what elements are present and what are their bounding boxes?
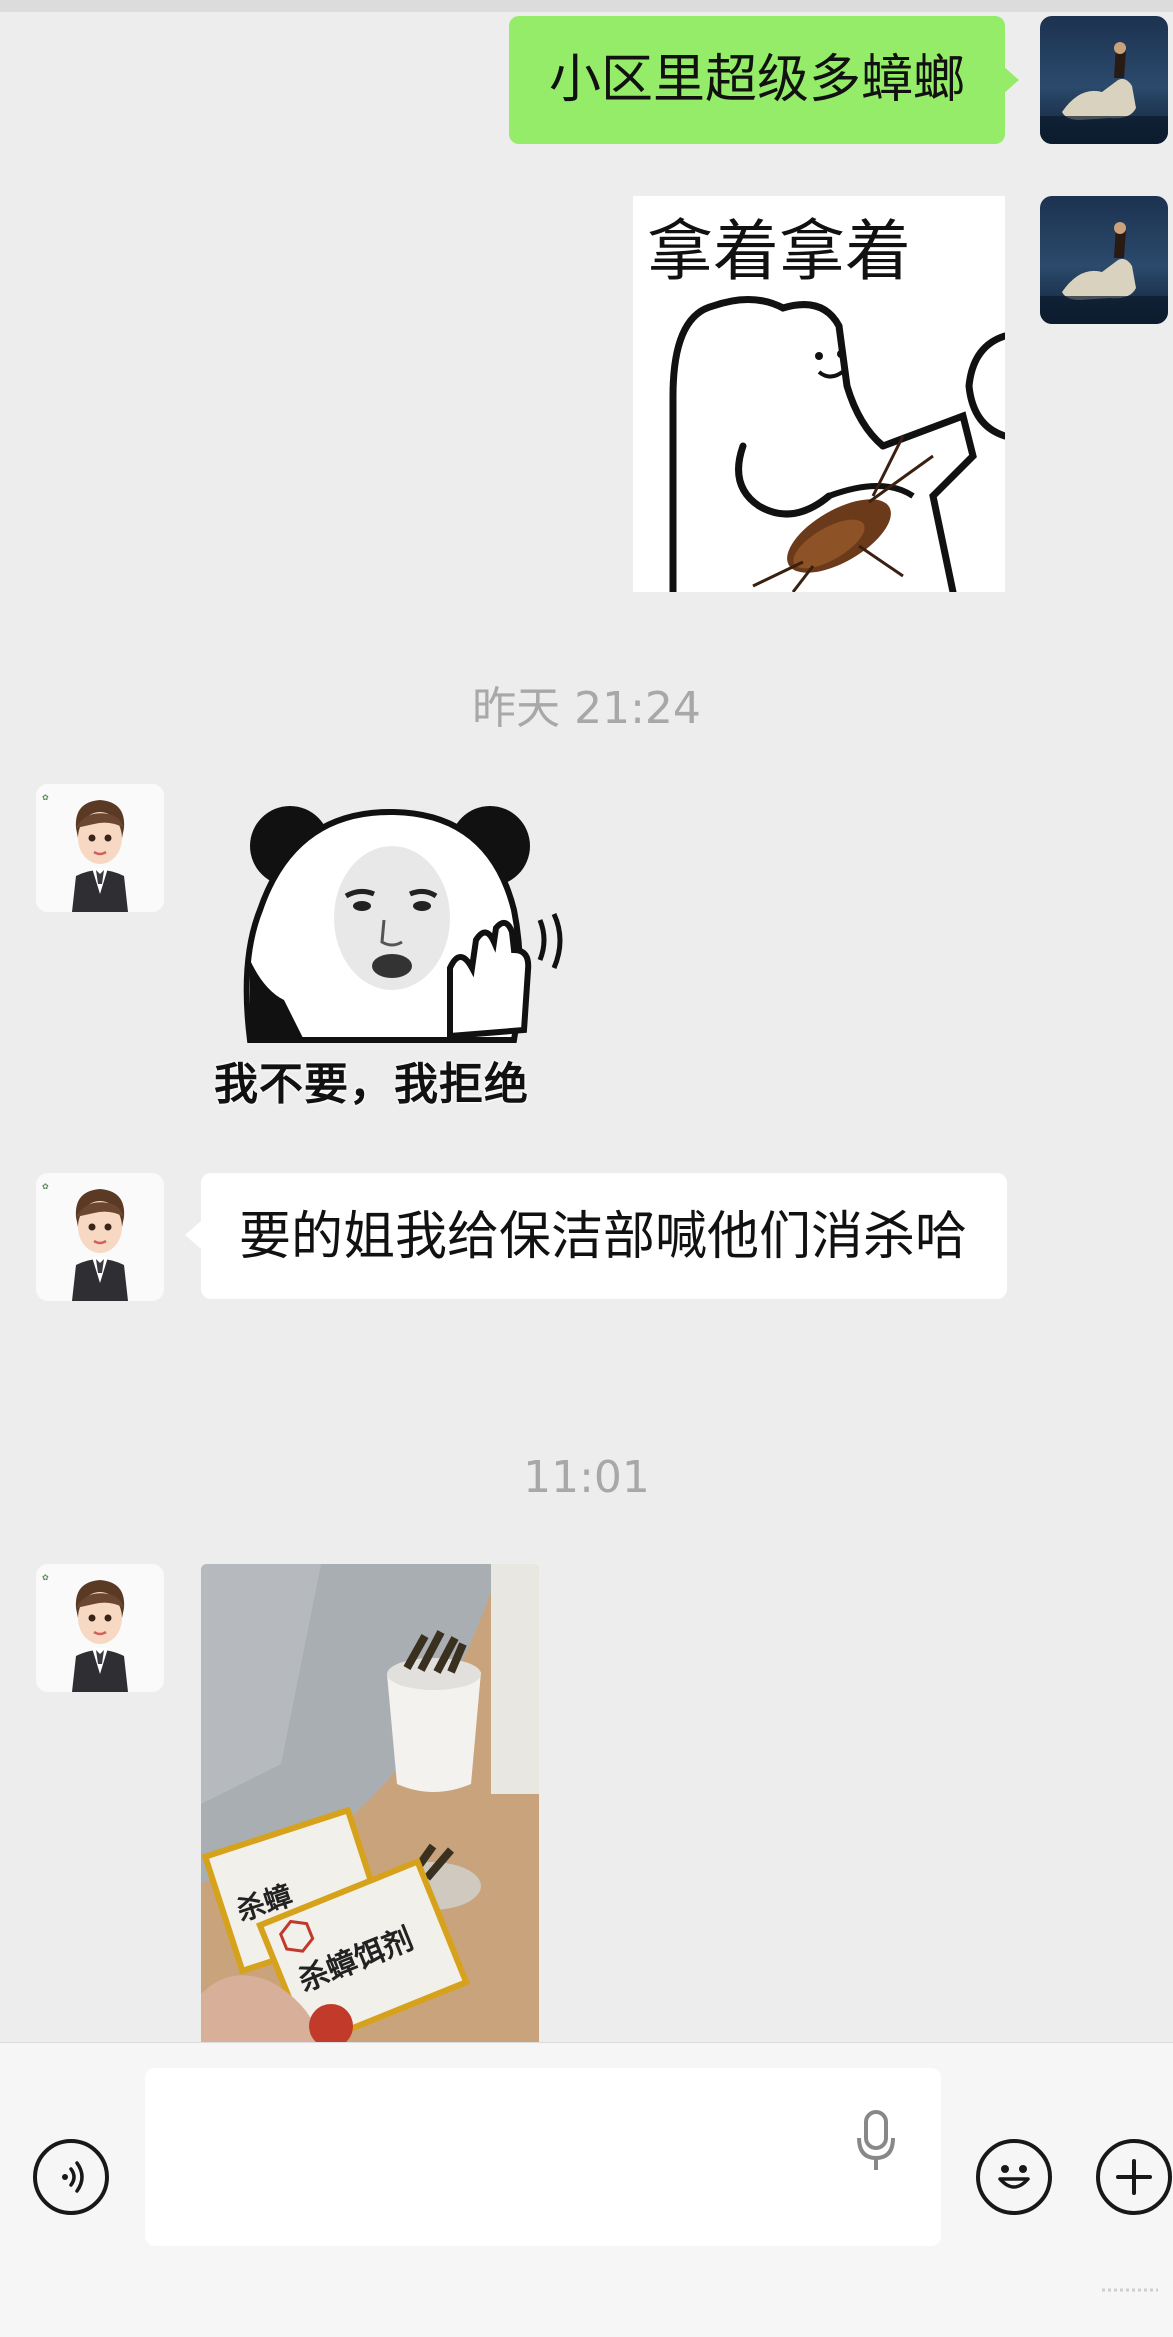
sent-sticker[interactable]: 拿着拿着 — [633, 196, 1005, 592]
contact-avatar[interactable]: ✿ — [36, 1173, 164, 1301]
contact-avatar[interactable]: ✿ — [36, 1564, 164, 1692]
voice-toggle-button[interactable] — [33, 2139, 109, 2215]
received-photo[interactable]: 杀蟑 杀蟑饵剂 — [201, 1564, 539, 2042]
smiley-icon — [998, 2165, 1030, 2189]
emoji-button[interactable] — [976, 2139, 1052, 2215]
microphone-icon[interactable] — [856, 2110, 896, 2174]
chat-area[interactable]: 小区里超级多蟑螂 拿着拿着 昨天 21:24 ✿ 我不要，我拒绝 ✿ 要的姐我给… — [0, 0, 1173, 2042]
sent-message-bubble[interactable]: 小区里超级多蟑螂 — [508, 16, 1020, 144]
sticker-caption: 我不要，我拒绝 — [214, 1059, 529, 1110]
plus-icon — [1116, 2159, 1152, 2195]
timestamp: 11:01 — [523, 1452, 650, 1503]
svg-text:✿: ✿ — [42, 1182, 49, 1191]
my-avatar[interactable] — [1040, 196, 1168, 324]
home-indicator — [1102, 2288, 1158, 2292]
header-divider — [0, 0, 1173, 12]
svg-text:✿: ✿ — [42, 1573, 49, 1582]
timestamp: 昨天 21:24 — [472, 683, 701, 734]
received-sticker[interactable]: 我不要，我拒绝 — [214, 800, 568, 1120]
contact-avatar[interactable]: ✿ — [36, 784, 164, 912]
received-message-bubble[interactable]: 要的姐我给保洁部喊他们消杀哈 — [185, 1173, 1007, 1299]
sticker-text: 拿着拿着 — [647, 213, 911, 290]
my-avatar[interactable] — [1040, 16, 1168, 144]
more-functions-button[interactable] — [1096, 2139, 1172, 2215]
input-bar — [0, 2042, 1173, 2337]
svg-text:✿: ✿ — [42, 793, 49, 802]
message-input[interactable] — [145, 2068, 941, 2246]
voice-wave-icon — [62, 2161, 84, 2193]
